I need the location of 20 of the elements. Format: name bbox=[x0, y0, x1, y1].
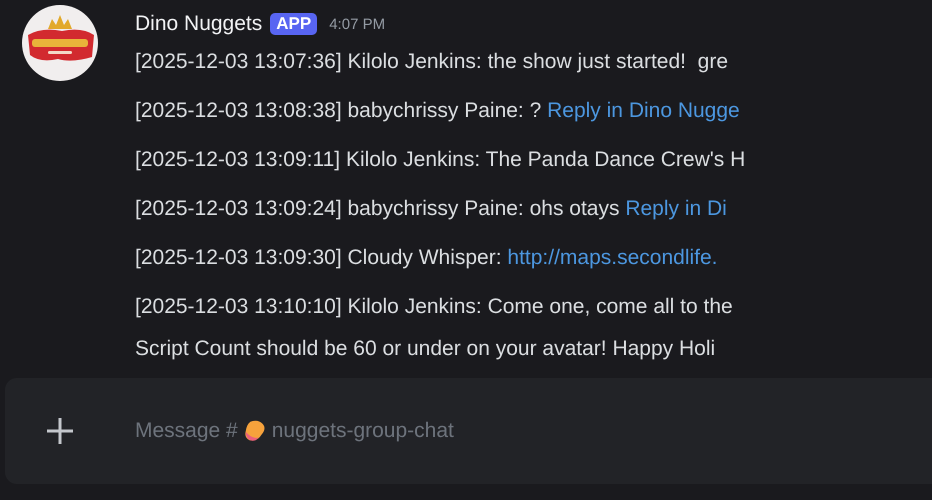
channel-name: nuggets-group-chat bbox=[272, 419, 454, 443]
avatar[interactable] bbox=[22, 5, 98, 81]
message-text: [2025-12-03 13:07:36] Kilolo Jenkins: the show just started! gre bbox=[135, 49, 730, 74]
message-link[interactable]: http://maps.secondlife. bbox=[507, 246, 718, 269]
message-text: Script Count should be 60 or under on your avatar! Happy Holi bbox=[135, 336, 716, 361]
author-name[interactable]: Dino Nuggets bbox=[135, 12, 262, 36]
message-text: [2025-12-03 13:10:10] Kilolo Jenkins: Come one, come all to the bbox=[135, 294, 734, 319]
message-text: [2025-12-03 13:09:11] Kilolo Jenkins: The Panda Dance Crew's H bbox=[135, 147, 746, 172]
add-button[interactable] bbox=[45, 416, 75, 446]
message-text: [2025-12-03 13:08:38] babychrissy Paine: ? Reply in Dino Nugge bbox=[135, 98, 741, 123]
message-link[interactable]: Reply in Dino Nugge bbox=[547, 99, 740, 122]
message-link[interactable]: Reply in Di bbox=[625, 197, 727, 220]
plus-icon bbox=[45, 416, 75, 446]
placeholder-text: Message # bbox=[135, 419, 238, 443]
nugget-icon bbox=[242, 419, 267, 443]
message-text: [2025-12-03 13:09:24] babychrissy Paine: ohs otays Reply in Di bbox=[135, 196, 728, 221]
app-badge: APP bbox=[270, 13, 318, 35]
message-time: 4:07 PM bbox=[329, 16, 386, 32]
message-field[interactable]: Message # nuggets-group-chat bbox=[135, 419, 454, 443]
message-text: [2025-12-03 13:09:30] Cloudy Whisper: http://maps.secondlife. bbox=[135, 245, 719, 270]
